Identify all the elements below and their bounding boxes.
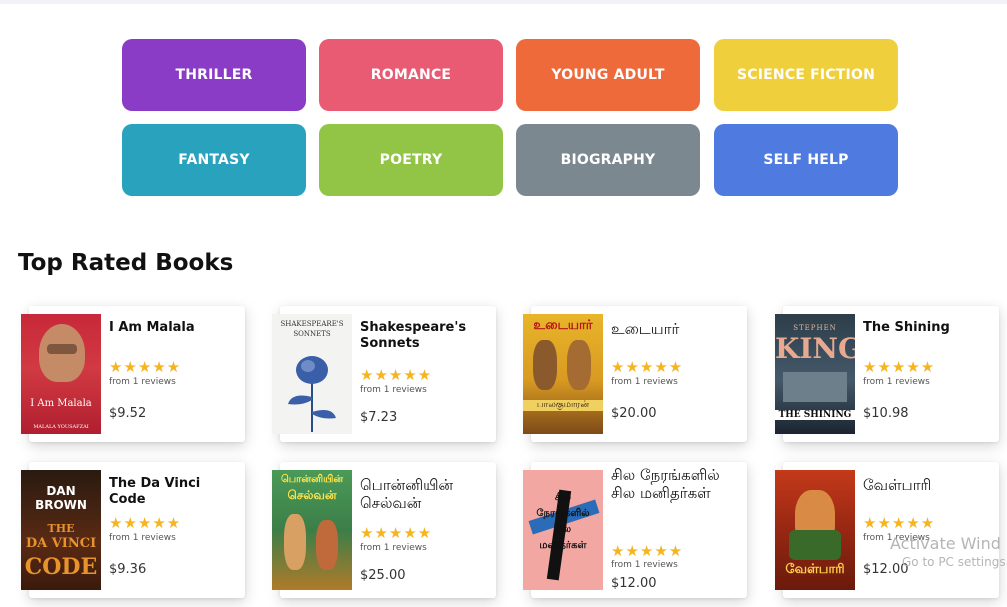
category-young-adult-button[interactable]: YOUNG ADULT xyxy=(516,39,700,111)
cover-title-text: I Am Malala xyxy=(30,398,92,409)
book-card-i-am-malala[interactable]: I Am Malala MALALA YOUSAFZAI I Am Malala… xyxy=(21,306,245,442)
cover-author-text: DAN BROWN xyxy=(35,484,87,512)
cover-title-line1: சில xyxy=(554,492,572,503)
cover-title-line3: சில xyxy=(554,524,572,535)
book-cover-image: SHAKESPEARE'S SONNETS xyxy=(272,314,352,434)
rating-stars: ★★★★★ xyxy=(611,358,684,376)
section-title: Top Rated Books xyxy=(18,250,234,276)
category-poetry-button[interactable]: POETRY xyxy=(319,124,503,196)
cover-title-line2: நேரங்களில் xyxy=(536,508,590,519)
book-title[interactable]: வேள்பாரி xyxy=(863,476,993,494)
review-count: from 1 reviews xyxy=(611,560,678,570)
activate-windows-watermark: Activate Wind Go to PC settings xyxy=(890,534,1006,569)
book-price: $10.98 xyxy=(863,406,909,421)
book-card-velpari[interactable]: வேள்பாரி வேள்பாரி ★★★★★ from 1 reviews $… xyxy=(775,462,999,598)
cover-author-text: பாலகுமாரன் xyxy=(523,400,603,411)
category-romance-button[interactable]: ROMANCE xyxy=(319,39,503,111)
book-title[interactable]: சில நேரங்களில் சில மனிதர்கள் xyxy=(611,466,741,502)
rating-stars: ★★★★★ xyxy=(863,514,936,532)
book-price: $12.00 xyxy=(611,576,657,591)
book-price: $20.00 xyxy=(611,406,657,421)
rating-stars: ★★★★★ xyxy=(109,514,182,532)
category-self-help-button[interactable]: SELF HELP xyxy=(714,124,898,196)
book-cover-image: சில நேரங்களில் சில மனிதர்கள் xyxy=(523,470,603,590)
rose-illustration-icon xyxy=(288,356,336,432)
book-price: $25.00 xyxy=(360,568,406,583)
book-cover-image: உடையார் பாலகுமாரன் xyxy=(523,314,603,434)
book-card-the-shining[interactable]: STEPHEN KING THE SHINING The Shining ★★★… xyxy=(775,306,999,442)
top-bar xyxy=(0,0,1007,4)
cover-title-text: உடையார் xyxy=(533,318,593,333)
cover-title-line2: DA VINCI xyxy=(25,536,97,551)
cover-title-line1: THE xyxy=(47,522,75,535)
book-title[interactable]: The Shining xyxy=(863,320,993,336)
book-cover-image: STEPHEN KING THE SHINING xyxy=(775,314,855,434)
book-card-da-vinci-code[interactable]: DAN BROWN THE DA VINCI CODE The Da Vinci… xyxy=(21,462,245,598)
book-title[interactable]: Shakespeare's Sonnets xyxy=(360,320,490,352)
book-title[interactable]: The Da Vinci Code xyxy=(109,476,239,508)
book-price: $7.23 xyxy=(360,410,398,425)
rating-stars: ★★★★★ xyxy=(360,366,433,384)
cover-title-text: SHAKESPEARE'S xyxy=(280,320,344,328)
cover-title-line4: மனிதர்கள் xyxy=(539,540,587,551)
watermark-line1: Activate Wind xyxy=(890,534,1001,553)
book-card-shakespeares-sonnets[interactable]: SHAKESPEARE'S SONNETS Shakespeare's Sonn… xyxy=(272,306,496,442)
category-thriller-button[interactable]: THRILLER xyxy=(122,39,306,111)
book-title[interactable]: I Am Malala xyxy=(109,320,239,336)
cover-title-text: வேள்பாரி xyxy=(785,562,845,577)
cover-author-text: KING xyxy=(775,332,855,365)
review-count: from 1 reviews xyxy=(360,385,427,395)
book-cover-image: DAN BROWN THE DA VINCI CODE xyxy=(21,470,101,590)
book-title[interactable]: பொன்னியின் செல்வன் xyxy=(360,476,490,512)
book-card-ponniyin-selvan[interactable]: பொன்னியின் செல்வன் பொன்னியின் செல்வன் ★★… xyxy=(272,462,496,598)
book-price: $9.36 xyxy=(109,562,147,577)
book-cover-image: பொன்னியின் செல்வன் xyxy=(272,470,352,590)
book-card-udaiyar[interactable]: உடையார் பாலகுமாரன் உடையார் ★★★★★ from 1 … xyxy=(523,306,747,442)
book-card-sila-nerangalil-sila-manithargal[interactable]: சில நேரங்களில் சில மனிதர்கள் சில நேரங்கள… xyxy=(523,462,747,598)
category-science-fiction-button[interactable]: SCIENCE FICTION xyxy=(714,39,898,111)
rating-stars: ★★★★★ xyxy=(360,524,433,542)
cover-title-line1: பொன்னியின் xyxy=(280,474,344,485)
cover-title-text: THE SHINING xyxy=(775,410,855,420)
review-count: from 1 reviews xyxy=(863,377,930,387)
cover-author-first-text: STEPHEN xyxy=(793,324,837,332)
book-cover-image: வேள்பாரி xyxy=(775,470,855,590)
review-count: from 1 reviews xyxy=(109,377,176,387)
review-count: from 1 reviews xyxy=(360,543,427,553)
cover-title-line2: செல்வன் xyxy=(287,488,337,502)
book-price: $9.52 xyxy=(109,406,147,421)
cover-author-text: MALALA YOUSAFZAI xyxy=(33,424,89,430)
book-title[interactable]: உடையார் xyxy=(611,320,741,338)
category-biography-button[interactable]: BIOGRAPHY xyxy=(516,124,700,196)
rating-stars: ★★★★★ xyxy=(109,358,182,376)
category-fantasy-button[interactable]: FANTASY xyxy=(122,124,306,196)
watermark-line2: Go to PC settings xyxy=(902,555,1006,569)
review-count: from 1 reviews xyxy=(109,533,176,543)
cover-title-line3: CODE xyxy=(24,554,98,580)
review-count: from 1 reviews xyxy=(611,377,678,387)
cover-subtitle-text: SONNETS xyxy=(293,330,331,338)
rating-stars: ★★★★★ xyxy=(611,542,684,560)
rating-stars: ★★★★★ xyxy=(863,358,936,376)
book-cover-image: I Am Malala MALALA YOUSAFZAI xyxy=(21,314,101,434)
